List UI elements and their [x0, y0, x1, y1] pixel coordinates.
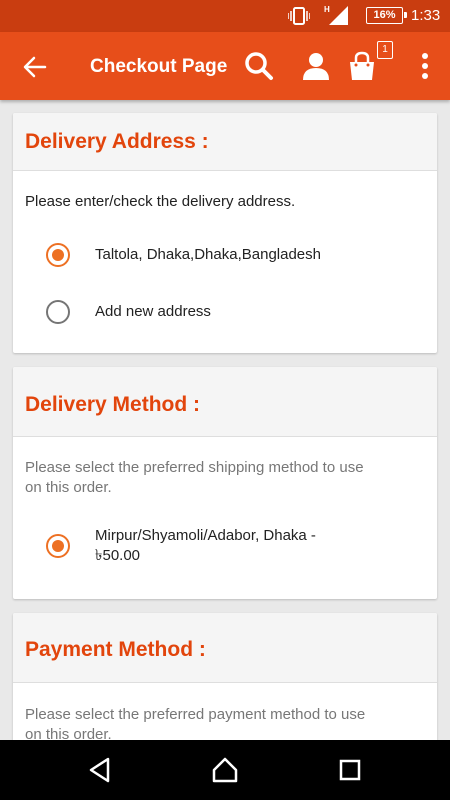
payment-method-title: Payment Method : — [25, 638, 206, 661]
shopping-bag-icon[interactable] — [346, 50, 378, 82]
more-vert-icon[interactable] — [409, 50, 441, 82]
address-option-label: Taltola, Dhaka,Dhaka,Bangladesh — [95, 246, 321, 263]
shipping-option-price: ৳50.00 — [95, 547, 141, 564]
delivery-address-header: Delivery Address : — [13, 113, 437, 171]
delivery-method-hint: Please select the preferred shipping met… — [25, 458, 425, 498]
search-icon[interactable] — [243, 50, 275, 82]
status-time: 1:33 — [411, 7, 441, 24]
vibrate-icon — [288, 7, 310, 25]
delivery-method-hint-line2: on this order. — [25, 479, 112, 496]
add-new-address-label: Add new address — [95, 303, 211, 320]
home-icon[interactable] — [211, 756, 239, 784]
payment-method-hint: Please select the preferred payment meth… — [25, 705, 425, 745]
cart-count-badge: 1 — [377, 41, 393, 59]
battery-indicator: 16% — [366, 7, 407, 24]
delivery-method-hint-line1: Please select the preferred shipping met… — [25, 459, 364, 476]
delivery-method-title: Delivery Method : — [25, 393, 201, 416]
back-triangle-icon[interactable] — [86, 756, 114, 784]
network-type-label: H — [324, 5, 330, 14]
delivery-address-hint: Please enter/check the delivery address. — [25, 193, 296, 210]
delivery-method-card: Delivery Method : Please select the pref… — [13, 367, 437, 599]
shipping-option-label-line1: Mirpur/Shyamoli/Adabor, Dhaka - — [95, 527, 316, 544]
delivery-method-header: Delivery Method : — [13, 367, 437, 437]
shipping-option[interactable]: Mirpur/Shyamoli/Adabor, Dhaka - ৳50.00 — [46, 526, 316, 566]
payment-method-hint-line1: Please select the preferred payment meth… — [25, 706, 366, 723]
user-icon[interactable] — [300, 50, 332, 82]
back-arrow-icon[interactable] — [20, 52, 50, 82]
add-new-address-radio[interactable] — [46, 300, 70, 324]
address-option-radio[interactable] — [46, 243, 70, 267]
shipping-option-radio[interactable] — [46, 534, 70, 558]
payment-method-header: Payment Method : — [13, 613, 437, 683]
app-bar: Checkout Page 1 — [0, 32, 450, 100]
signal-icon: H — [324, 5, 348, 25]
status-bar: H 16% 1:33 — [0, 0, 450, 32]
address-option[interactable]: Taltola, Dhaka,Dhaka,Bangladesh — [46, 243, 321, 267]
battery-level: 16% — [373, 9, 396, 21]
delivery-address-card: Delivery Address : Please enter/check th… — [13, 113, 437, 353]
navigation-bar — [0, 740, 450, 800]
add-new-address-option[interactable]: Add new address — [46, 300, 211, 324]
shipping-option-label: Mirpur/Shyamoli/Adabor, Dhaka - ৳50.00 — [95, 526, 316, 566]
page-title: Checkout Page — [90, 56, 228, 77]
delivery-address-title: Delivery Address : — [25, 130, 209, 153]
recent-apps-icon[interactable] — [336, 756, 364, 784]
